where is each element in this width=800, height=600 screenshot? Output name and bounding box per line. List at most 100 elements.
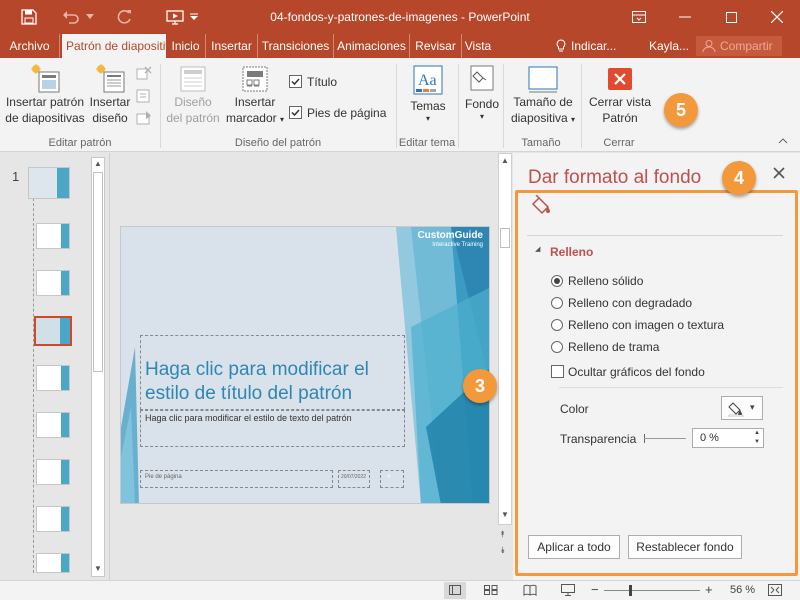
themes-icon: Aa <box>412 64 444 96</box>
tell-me-search[interactable]: Indicar... <box>571 34 627 58</box>
title-bar: 04-fondos-y-patrones-de-imagenes - Power… <box>0 0 800 34</box>
collapse-ribbon-icon[interactable] <box>778 138 788 144</box>
previous-slide-icon[interactable]: ⯭ <box>500 529 505 540</box>
slide-number: 1 <box>12 169 20 184</box>
scroll-thumb[interactable] <box>500 228 510 248</box>
tab-archivo[interactable]: Archivo <box>0 34 60 58</box>
normal-view-button[interactable] <box>444 582 466 599</box>
background-button[interactable]: Fondo ▾ <box>462 62 502 134</box>
ribbon-display-options-icon[interactable] <box>616 0 662 34</box>
insert-master-label-1: Insertar patrón <box>5 95 85 109</box>
layout-thumbnail[interactable] <box>36 506 70 532</box>
maximize-icon[interactable] <box>708 0 754 34</box>
lightbulb-icon[interactable] <box>556 39 566 53</box>
scroll-down-icon[interactable]: ▼ <box>501 510 509 519</box>
layout-thumbnail-selected[interactable] <box>34 316 72 346</box>
insert-slide-master-button[interactable]: Insertar patrón de diapositivas <box>4 62 86 134</box>
preserve-master-icon[interactable] <box>136 110 152 126</box>
tab-vista[interactable]: Vista <box>462 34 494 58</box>
slide-canvas[interactable]: CustomGuide Interactive Training Haga cl… <box>120 226 490 504</box>
minimize-icon[interactable] <box>662 0 708 34</box>
slide-scrollbar[interactable]: ▲ ▼ <box>498 153 512 525</box>
user-name[interactable]: Kayla... <box>649 34 693 58</box>
slide-logo: CustomGuide <box>417 230 483 241</box>
layout-thumbnail[interactable] <box>36 553 70 573</box>
themes-dropdown-icon: ▾ <box>425 114 430 123</box>
footer-checkbox-label: Pies de página <box>307 106 387 120</box>
body-placeholder-text: Haga clic para modificar el estilo de te… <box>145 413 352 423</box>
slide-size-label-2: diapositiva ▾ <box>507 110 579 128</box>
close-master-icon <box>608 68 632 90</box>
layout-thumbnail[interactable] <box>36 459 70 485</box>
close-view-label-2: Patrón <box>602 111 638 125</box>
thumb-accent <box>57 168 69 198</box>
master-layout-label-1: Diseño <box>174 95 212 109</box>
layout-thumbnail[interactable] <box>36 270 70 296</box>
dropdown-arrow-icon: ▾ <box>280 115 285 124</box>
scroll-down-icon[interactable]: ▼ <box>94 564 102 573</box>
background-dropdown-icon: ▾ <box>479 112 484 121</box>
tab-inicio[interactable]: Inicio <box>166 34 206 58</box>
reading-view-icon[interactable] <box>523 584 537 596</box>
footer-placeholder[interactable]: Pie de página <box>140 470 333 488</box>
layout-thumbnail[interactable] <box>36 223 70 249</box>
slide-number-placeholder[interactable]: # <box>380 470 404 488</box>
slideshow-icon[interactable] <box>561 584 575 596</box>
share-button[interactable]: Compartir <box>696 36 782 56</box>
title-placeholder[interactable]: Haga clic para modificar el estilo de tí… <box>140 335 405 410</box>
group-separator <box>581 64 582 148</box>
insert-placeholder-button[interactable]: Insertar marcador ▾ <box>224 62 286 134</box>
thumb-accent <box>61 224 69 248</box>
insert-placeholder-label-2-text: marcador <box>225 111 277 125</box>
callout-badge-3: 3 <box>463 369 497 403</box>
title-checkbox[interactable] <box>289 75 302 88</box>
zoom-in-icon[interactable]: + <box>705 582 713 597</box>
insert-placeholder-icon <box>240 64 270 94</box>
slide-master-thumbnail[interactable] <box>28 167 70 199</box>
master-layout-button[interactable]: Diseño del patrón <box>164 62 222 134</box>
layout-thumbnail[interactable] <box>36 412 70 438</box>
thumbnail-scrollbar[interactable]: ▲ ▼ <box>91 157 105 577</box>
tab-insertar[interactable]: Insertar <box>206 34 258 58</box>
tab-revisar[interactable]: Revisar <box>410 34 462 58</box>
zoom-out-icon[interactable]: − <box>591 582 599 597</box>
rename-layout-icon[interactable] <box>136 88 152 104</box>
themes-button[interactable]: Aa Temas ▾ <box>402 62 454 134</box>
insert-placeholder-label-2: marcador ▾ <box>224 110 286 128</box>
group-editar-tema: Editar tema <box>398 137 456 149</box>
close-window-icon[interactable] <box>754 0 800 34</box>
footer-checkbox[interactable] <box>289 106 302 119</box>
insert-layout-button[interactable]: Insertar diseño <box>88 62 132 134</box>
group-diseno-del-patron: Diseño del patrón <box>234 137 322 149</box>
slide-sorter-icon[interactable] <box>484 585 498 595</box>
tab-transiciones[interactable]: Transiciones <box>258 34 334 58</box>
next-slide-icon[interactable]: ⯯ <box>500 545 505 556</box>
scroll-thumb[interactable] <box>93 172 103 372</box>
zoom-level[interactable]: 56 % <box>730 584 755 596</box>
body-placeholder[interactable]: Haga clic para modificar el estilo de te… <box>140 410 405 447</box>
group-editar-patron: Editar patrón <box>48 137 112 149</box>
tab-patron-de-diapositiva[interactable]: Patrón de diapositiva <box>62 34 166 58</box>
scroll-up-icon[interactable]: ▲ <box>501 156 509 165</box>
close-master-view-button[interactable]: Cerrar vista Patrón <box>585 62 655 134</box>
thumb-accent <box>61 413 69 437</box>
background-label: Fondo <box>464 97 500 111</box>
close-view-label-1: Cerrar vista <box>588 95 651 109</box>
thumb-accent <box>61 366 69 390</box>
layout-thumbnail[interactable] <box>36 365 70 391</box>
callout-badge-4: 4 <box>722 161 756 195</box>
thumb-accent <box>61 271 69 295</box>
thumb-accent <box>60 318 70 344</box>
zoom-slider-thumb[interactable] <box>629 585 632 596</box>
tab-animaciones[interactable]: Animaciones <box>334 34 410 58</box>
date-placeholder[interactable]: 20/07/2022 <box>338 470 370 488</box>
delete-layout-icon[interactable] <box>136 66 152 82</box>
close-pane-icon[interactable] <box>773 167 785 179</box>
title-checkbox-label: Título <box>307 75 338 89</box>
slide-size-button[interactable]: Tamaño de diapositiva ▾ <box>507 62 579 134</box>
fit-to-window-icon[interactable] <box>768 584 782 596</box>
zoom-slider-track[interactable] <box>604 590 700 591</box>
slide-logo-sub: Interactive Training <box>432 242 483 248</box>
scroll-up-icon[interactable]: ▲ <box>94 159 102 168</box>
dropdown-arrow-icon: ▾ <box>571 115 576 124</box>
